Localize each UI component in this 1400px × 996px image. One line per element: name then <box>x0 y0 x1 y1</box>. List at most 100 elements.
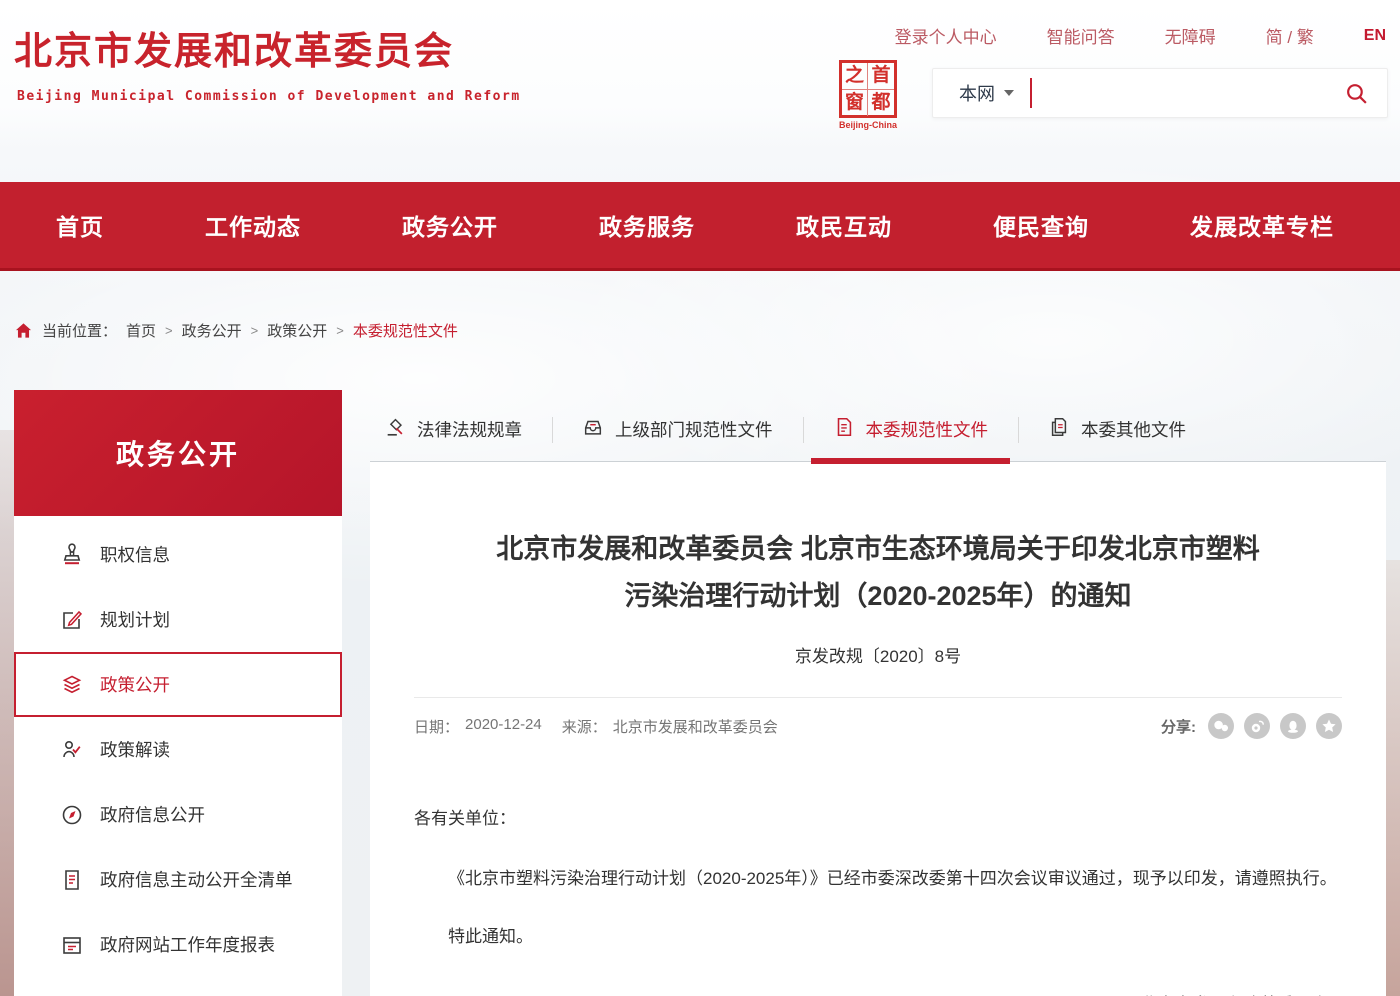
sidebar-title: 政务公开 <box>14 390 342 516</box>
inbox-icon <box>582 416 604 443</box>
sidebar: 政务公开 职权信息 规划计划 政策公开 <box>14 390 342 996</box>
compass-icon <box>60 803 84 827</box>
tab-laws-regulations[interactable]: 法律法规规章 <box>370 398 552 461</box>
nav-item-public-interaction[interactable]: 政民互动 <box>796 208 892 242</box>
article-title: 北京市发展和改革委员会 北京市生态环境局关于印发北京市塑料 污染治理行动计划（2… <box>414 526 1342 620</box>
sidebar-item-label: 职权信息 <box>100 542 170 567</box>
site-logo-subtitle: Beijing Municipal Commission of Developm… <box>17 89 521 104</box>
article-title-line1: 北京市发展和改革委员会 北京市生态环境局关于印发北京市塑料 <box>414 526 1342 573</box>
top-link-login[interactable]: 登录个人中心 <box>895 23 997 48</box>
seal-char: 之 <box>842 63 868 90</box>
report-icon <box>60 933 84 957</box>
nav-item-reform-column[interactable]: 发展改革专栏 <box>1190 208 1334 242</box>
doc-red-icon <box>833 416 855 443</box>
edit-icon <box>60 608 84 632</box>
tab-label: 法律法规规章 <box>417 417 522 442</box>
main-content: 法律法规规章 上级部门规范性文件 本委规范性文件 本委其他文件 <box>370 398 1386 996</box>
background-texture-right <box>1386 560 1400 996</box>
article-meta-left: 日期： 2020-12-24 来源： 北京市发展和改革委员会 <box>414 716 778 737</box>
site-logo-title[interactable]: 北京市发展和改革委员会 <box>14 20 454 75</box>
breadcrumb-current: 本委规范性文件 <box>353 320 458 341</box>
search-input[interactable] <box>1032 69 1344 117</box>
sidebar-item-label: 政府网站工作年度报表 <box>100 932 275 957</box>
tab-label: 本委其他文件 <box>1081 417 1186 442</box>
page: 北京市发展和改革委员会 Beijing Municipal Commission… <box>0 0 1400 996</box>
files-icon <box>1048 416 1070 443</box>
search-scope-label: 本网 <box>959 80 995 106</box>
top-link-english[interactable]: EN <box>1364 27 1386 45</box>
sidebar-item-policy-disclosure[interactable]: 政策公开 <box>14 652 342 717</box>
document-number: 京发改规〔2020〕8号 <box>414 642 1342 667</box>
share-label: 分享: <box>1161 716 1196 737</box>
stamp-icon <box>60 543 84 567</box>
nav-item-gov-disclosure[interactable]: 政务公开 <box>402 208 498 242</box>
qq-icon[interactable] <box>1280 713 1306 739</box>
doc-list-icon <box>60 868 84 892</box>
top-link-accessibility[interactable]: 无障碍 <box>1165 23 1216 48</box>
sidebar-menu: 职权信息 规划计划 政策公开 政策解读 <box>14 516 342 996</box>
breadcrumb-separator: > <box>165 323 173 338</box>
article-panel: 北京市发展和改革委员会 北京市生态环境局关于印发北京市塑料 污染治理行动计划（2… <box>370 462 1386 996</box>
star-icon[interactable] <box>1316 713 1342 739</box>
breadcrumb-label: 当前位置： <box>42 320 117 341</box>
sidebar-item-label: 政策公开 <box>100 672 170 697</box>
document-category-tabs: 法律法规规章 上级部门规范性文件 本委规范性文件 本委其他文件 <box>370 398 1386 462</box>
nav-item-home[interactable]: 首页 <box>56 208 104 242</box>
seal-caption: Beijing-China <box>836 120 900 130</box>
background-texture-left <box>0 430 14 996</box>
person-check-icon <box>60 738 84 762</box>
sidebar-item-proactive-disclosure-list[interactable]: 政府信息主动公开全清单 <box>14 847 342 912</box>
nav-item-gov-services[interactable]: 政务服务 <box>599 208 695 242</box>
tab-label: 上级部门规范性文件 <box>615 417 773 442</box>
tab-commission-normative-docs[interactable]: 本委规范性文件 <box>803 398 1019 461</box>
share-toolbar: 分享: <box>1161 713 1342 739</box>
tab-superior-normative-docs[interactable]: 上级部门规范性文件 <box>552 398 803 461</box>
nav-item-work-dynamics[interactable]: 工作动态 <box>205 208 301 242</box>
top-link-smart-qa[interactable]: 智能问答 <box>1047 23 1115 48</box>
breadcrumb: 当前位置： 首页 > 政务公开 > 政策公开 > 本委规范性文件 <box>14 320 458 341</box>
top-links: 登录个人中心 智能问答 无障碍 简 / 繁 EN <box>895 23 1386 48</box>
sidebar-item-gov-info-disclosure[interactable]: 政府信息公开 <box>14 782 342 847</box>
sidebar-item-label: 政府信息公开 <box>100 802 205 827</box>
seal-grid: 之 首 窗 都 <box>839 60 897 118</box>
sidebar-item-label: 政策解读 <box>100 737 170 762</box>
nav-item-convenient-inquiry[interactable]: 便民查询 <box>993 208 1089 242</box>
notice-line: 特此通知。 <box>414 915 1342 959</box>
signature: 北京市发展和改革委员会 <box>414 983 1342 996</box>
sidebar-item-label: 政府信息主动公开全清单 <box>100 867 293 892</box>
law-icon <box>384 416 406 443</box>
wechat-icon[interactable] <box>1208 713 1234 739</box>
article-source: 北京市发展和改革委员会 <box>613 716 778 737</box>
sidebar-item-authority-info[interactable]: 职权信息 <box>14 522 342 587</box>
tab-label: 本委规范性文件 <box>866 417 989 442</box>
site-header: 北京市发展和改革委员会 Beijing Municipal Commission… <box>0 0 1400 150</box>
paragraph: 《北京市塑料污染治理行动计划（2020-2025年）》已经市委深改委第十四次会议… <box>414 857 1342 901</box>
top-link-simplified-traditional[interactable]: 简 / 繁 <box>1266 23 1314 48</box>
source-label: 来源： <box>562 716 607 737</box>
sidebar-item-annual-website-report[interactable]: 政府网站工作年度报表 <box>14 912 342 977</box>
home-icon <box>14 321 33 340</box>
breadcrumb-gov-disclosure[interactable]: 政务公开 <box>182 320 242 341</box>
tab-commission-other-docs[interactable]: 本委其他文件 <box>1018 398 1216 461</box>
sidebar-item-planning[interactable]: 规划计划 <box>14 587 342 652</box>
search-scope-dropdown[interactable]: 本网 <box>959 80 1014 106</box>
layers-icon <box>60 673 84 697</box>
date-label: 日期： <box>414 716 459 737</box>
seal-char: 首 <box>868 63 894 90</box>
breadcrumb-policy-disclosure[interactable]: 政策公开 <box>267 320 327 341</box>
seal-char: 窗 <box>842 90 868 116</box>
breadcrumb-separator: > <box>336 323 344 338</box>
search-icon[interactable] <box>1344 81 1369 106</box>
article-title-line2: 污染治理行动计划（2020-2025年）的通知 <box>414 573 1342 620</box>
chevron-down-icon <box>1004 90 1014 96</box>
main-navigation: 首页 工作动态 政务公开 政务服务 政民互动 便民查询 发展改革专栏 <box>0 182 1400 271</box>
weibo-icon[interactable] <box>1244 713 1270 739</box>
sidebar-item-policy-interpretation[interactable]: 政策解读 <box>14 717 342 782</box>
article-date: 2020-12-24 <box>465 716 542 737</box>
search-bar: 本网 <box>932 68 1388 118</box>
breadcrumb-home[interactable]: 首页 <box>126 320 156 341</box>
sidebar-item-decision-directory[interactable]: 决策目录 <box>14 977 342 996</box>
capital-window-seal-logo[interactable]: 之 首 窗 都 Beijing-China <box>836 60 900 130</box>
sidebar-item-label: 规划计划 <box>100 607 170 632</box>
breadcrumb-separator: > <box>251 323 259 338</box>
